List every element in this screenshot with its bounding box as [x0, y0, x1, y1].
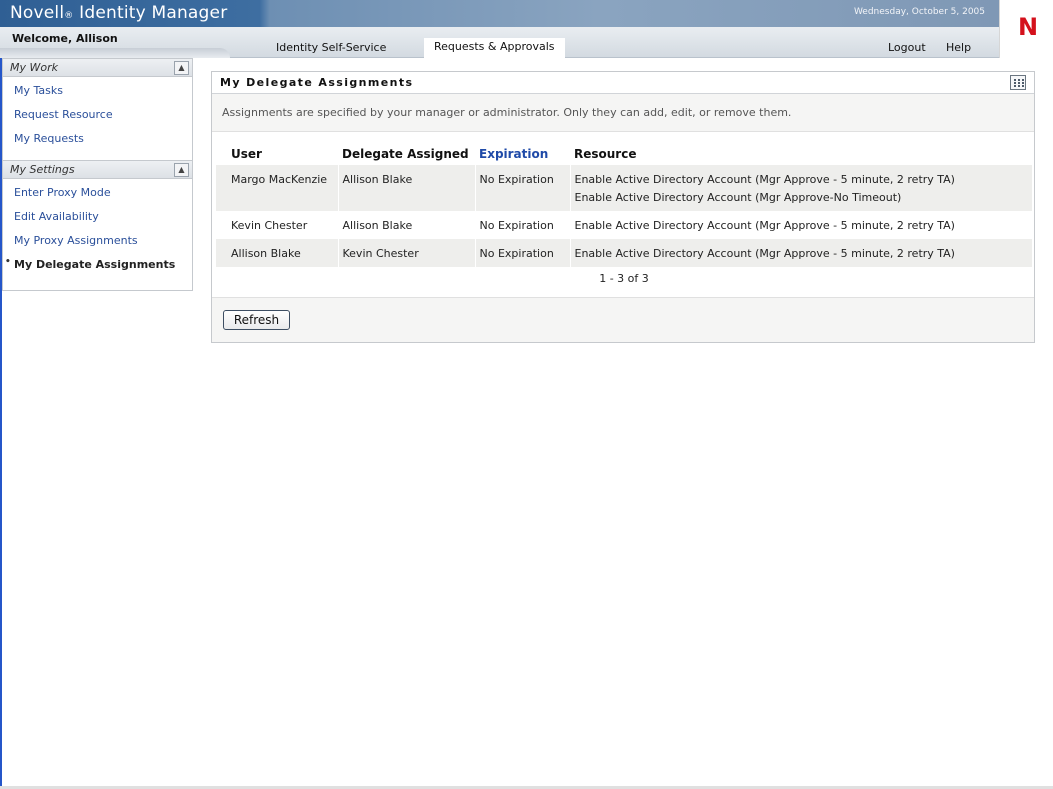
resource-item: Enable Active Directory Account (Mgr App…	[574, 219, 955, 232]
panel-footer: Refresh	[212, 297, 1034, 342]
cell-resource: Enable Active Directory Account (Mgr App…	[569, 211, 1032, 239]
panel-description-area: Assignments are specified by your manage…	[212, 94, 1034, 132]
section-title: My Work	[10, 61, 58, 74]
app-banner: Novell® Identity Manager Wednesday, Octo…	[0, 0, 1053, 58]
sidebar-list-my-settings: Enter Proxy Mode Edit Availability My Pr…	[3, 179, 192, 286]
cell-delegate: Allison Blake	[337, 165, 475, 211]
refresh-button[interactable]: Refresh	[223, 310, 290, 330]
help-link[interactable]: Help	[946, 41, 971, 54]
double-chevron-up-icon[interactable]: ▲	[174, 163, 189, 177]
sidebar-item-my-delegate-assignments[interactable]: My Delegate Assignments	[3, 254, 192, 278]
sidebar-item-request-resource[interactable]: Request Resource	[3, 104, 192, 128]
sidebar-item-enter-proxy-mode[interactable]: Enter Proxy Mode	[3, 182, 192, 206]
resource-item: Enable Active Directory Account (Mgr App…	[574, 247, 955, 260]
welcome-message: Welcome, Allison	[12, 32, 118, 45]
sidebar-list-my-work: My Tasks Request Resource My Requests	[3, 77, 192, 160]
sidebar-item-edit-availability[interactable]: Edit Availability	[3, 206, 192, 230]
sidebar-item-my-tasks[interactable]: My Tasks	[3, 80, 192, 104]
cell-expiration: No Expiration	[474, 165, 570, 211]
novell-logo-icon: N	[999, 0, 1053, 58]
delegate-assignments-panel: My Delegate Assignments Assignments are …	[211, 71, 1035, 343]
table-header-row: User Delegate Assigned Expiration Resour…	[216, 142, 1032, 165]
pagination-status: 1 - 3 of 3	[599, 272, 649, 285]
cell-delegate: Allison Blake	[337, 211, 475, 239]
cell-user: Margo MacKenzie	[216, 165, 338, 211]
panel-header: My Delegate Assignments	[212, 72, 1034, 94]
nav-bar: Welcome, Allison Identity Self-Service R…	[0, 27, 999, 58]
panel-description: Assignments are specified by your manage…	[222, 106, 792, 119]
column-header-delegate: Delegate Assigned	[342, 146, 469, 161]
cell-expiration: No Expiration	[474, 211, 570, 239]
cell-expiration: No Expiration	[474, 239, 570, 267]
registered-mark: ®	[64, 11, 74, 21]
table-row: Allison Blake Kevin Chester No Expiratio…	[216, 239, 1032, 267]
tab-identity-self-service[interactable]: Identity Self-Service	[266, 37, 396, 58]
table-row: Margo MacKenzie Allison Blake No Expirat…	[216, 165, 1032, 211]
logo-letter: N	[1018, 13, 1039, 41]
sidebar-item-my-requests[interactable]: My Requests	[3, 128, 192, 152]
table-row: Kevin Chester Allison Blake No Expiratio…	[216, 211, 1032, 239]
sidebar-item-my-proxy-assignments[interactable]: My Proxy Assignments	[3, 230, 192, 254]
brand-bar: Novell® Identity Manager Wednesday, Octo…	[0, 0, 999, 27]
assignments-table: User Delegate Assigned Expiration Resour…	[216, 142, 1032, 267]
column-header-resource: Resource	[574, 146, 637, 161]
cell-delegate: Kevin Chester	[337, 239, 475, 267]
grid-menu-icon[interactable]	[1010, 75, 1026, 90]
welcome-tab-shape	[0, 48, 230, 58]
logout-link[interactable]: Logout	[888, 41, 926, 54]
section-title: My Settings	[10, 163, 75, 176]
column-header-expiration[interactable]: Expiration	[475, 142, 570, 165]
sidebar-section-my-work: My Work ▲	[3, 58, 192, 77]
app-title: Novell® Identity Manager	[10, 3, 227, 23]
cell-resource: Enable Active Directory Account (Mgr App…	[569, 165, 1032, 211]
cell-user: Kevin Chester	[216, 211, 338, 239]
product-name: Identity Manager	[79, 3, 228, 23]
tab-requests-approvals[interactable]: Requests & Approvals	[424, 38, 565, 58]
cell-resource: Enable Active Directory Account (Mgr App…	[569, 239, 1032, 267]
resource-item: Enable Active Directory Account (Mgr App…	[574, 191, 902, 204]
double-chevron-up-icon[interactable]: ▲	[174, 61, 189, 75]
brand-name: Novell	[10, 3, 65, 23]
panel-title: My Delegate Assignments	[220, 76, 414, 89]
column-header-user: User	[231, 146, 262, 161]
resource-item: Enable Active Directory Account (Mgr App…	[574, 173, 955, 186]
header-date: Wednesday, October 5, 2005	[853, 7, 985, 17]
sidebar-section-my-settings: My Settings ▲	[3, 160, 192, 179]
cell-user: Allison Blake	[216, 239, 338, 267]
sidebar: My Work ▲ My Tasks Request Resource My R…	[2, 58, 193, 291]
